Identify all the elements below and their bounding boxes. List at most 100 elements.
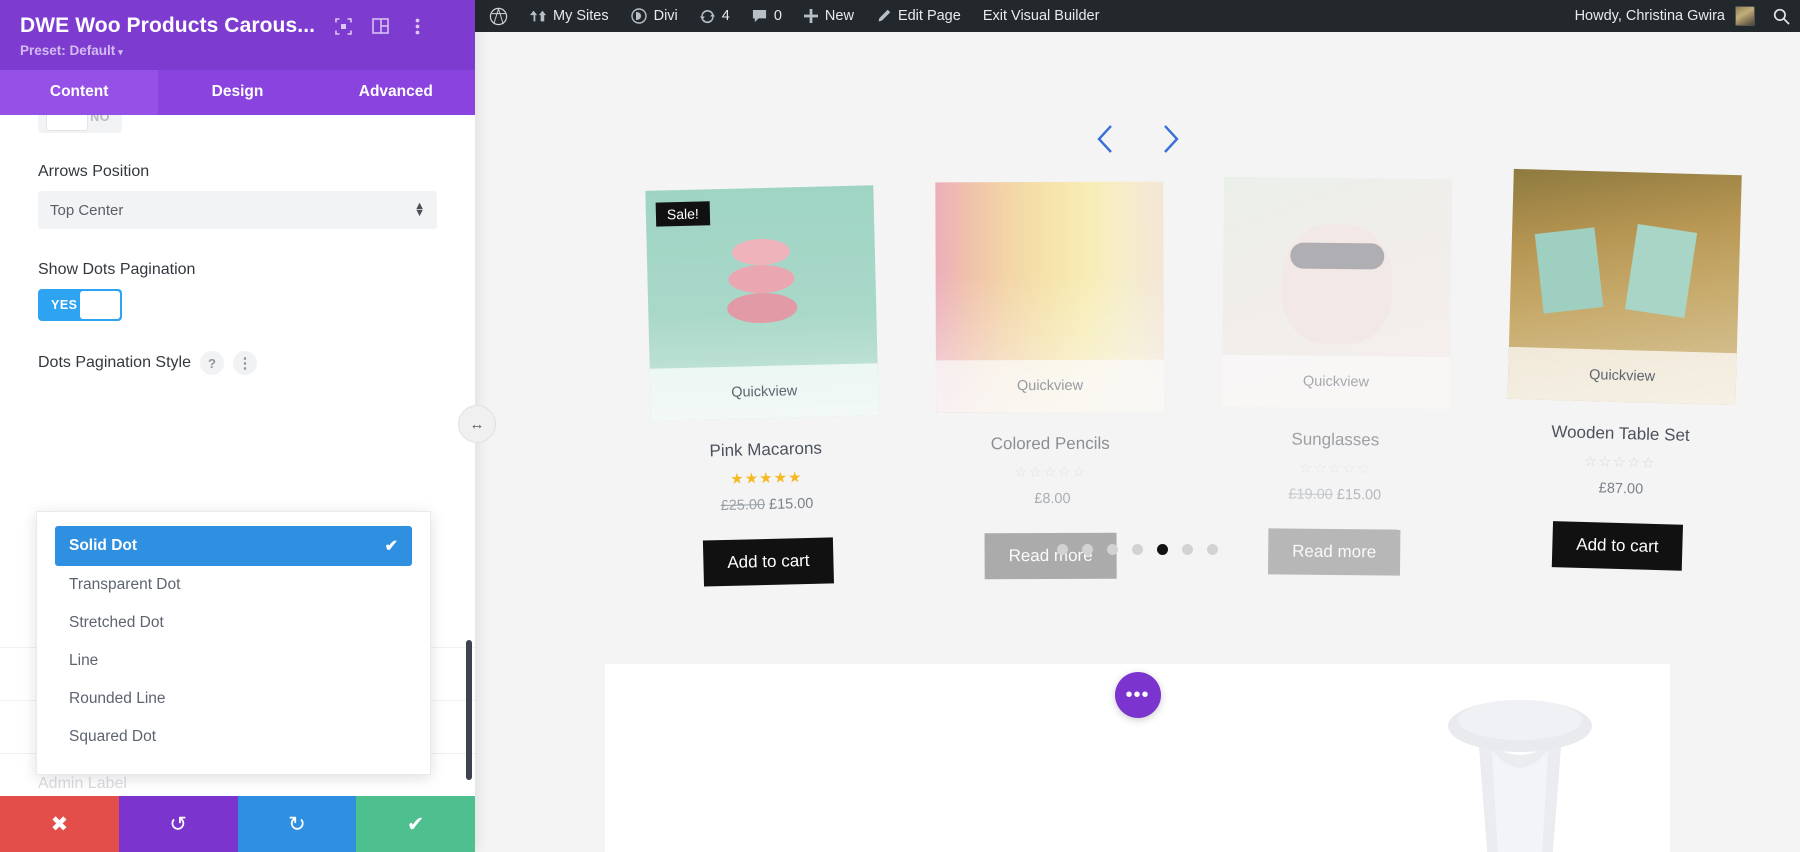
comments-count: 0 (773, 8, 782, 24)
kebab-icon[interactable]: ⋮ (232, 351, 257, 375)
cancel-button[interactable]: ✖ (0, 796, 119, 852)
quickview-label[interactable]: Quickview (1221, 354, 1451, 410)
carousel-dot[interactable] (1207, 544, 1218, 555)
product-image[interactable]: Quickview (1507, 168, 1742, 406)
panel-tabs: Content Design Advanced (0, 70, 475, 115)
dropdown-option-squared-dot[interactable]: Squared Dot (55, 718, 412, 756)
divi-menu[interactable]: Divi (620, 0, 689, 32)
admin-label-ghost: Admin Label (38, 775, 127, 792)
search-icon[interactable] (1765, 8, 1790, 25)
panel-header-icons (333, 16, 427, 36)
panel-footer: ✖ ↺ ↻ ✔ (0, 796, 475, 852)
kebab-icon[interactable] (407, 16, 427, 36)
tab-advanced[interactable]: Advanced (317, 70, 475, 115)
carousel-dot[interactable] (1132, 544, 1143, 555)
comments-icon (752, 9, 767, 24)
carousel-dots-pagination (475, 544, 1800, 555)
screen-root: DWE Woo Products Carous... Preset: Defau… (0, 0, 1800, 852)
carousel-dot[interactable] (1082, 544, 1093, 555)
arrows-position-label: Arrows Position (38, 163, 150, 180)
layout-icon[interactable] (370, 16, 390, 36)
toggle-knob (79, 291, 120, 319)
read-more-button[interactable]: Read more (984, 532, 1117, 580)
my-sites-menu[interactable]: My Sites (519, 0, 620, 32)
previous-toggle[interactable]: NO (38, 115, 122, 133)
plus-icon (803, 9, 818, 23)
dropdown-option-label: Stretched Dot (69, 614, 164, 631)
product-title[interactable]: Wooden Table Set (1506, 421, 1734, 447)
product-current-price: £15.00 (768, 495, 814, 513)
focus-icon[interactable] (333, 16, 353, 36)
help-icon[interactable]: ? (199, 351, 224, 375)
product-card[interactable]: Sale! Quickview Pink Macarons ★★★★★ £25.… (645, 185, 883, 587)
page-title: DWE Woo Products Carous... (20, 14, 316, 37)
show-dots-toggle[interactable]: YES (38, 289, 122, 321)
dropdown-option-label: Solid Dot (69, 537, 138, 554)
avatar[interactable] (1735, 6, 1755, 26)
show-dots-label: Show Dots Pagination (38, 261, 196, 278)
panel-scrollbar[interactable] (466, 640, 472, 780)
updates-menu[interactable]: 4 (689, 0, 741, 32)
carousel-dot[interactable] (1182, 544, 1193, 555)
comments-menu[interactable]: 0 (741, 0, 793, 32)
arrows-position-field: Arrows Position Top Center ▲ ▼ (38, 163, 437, 229)
product-title[interactable]: Sunglasses (1221, 429, 1449, 451)
product-card[interactable]: Quickview Sunglasses ☆☆☆☆☆ £19.00 £15.00 … (1220, 176, 1453, 576)
tab-design[interactable]: Design (158, 70, 316, 115)
product-rating: ☆☆☆☆☆ (1014, 463, 1087, 482)
check-icon: ✔ (384, 538, 398, 555)
dropdown-option-transparent-dot[interactable]: Transparent Dot (55, 566, 412, 604)
product-current-price: £8.00 (1034, 490, 1071, 508)
toggle-knob (46, 115, 89, 131)
arrows-position-select[interactable]: Top Center ▲ ▼ (38, 191, 437, 229)
exit-visual-builder-menu[interactable]: Exit Visual Builder (972, 0, 1111, 32)
product-old-price: £25.00 (720, 497, 766, 515)
tab-content[interactable]: Content (0, 70, 159, 115)
preset-label: Preset: Default (20, 43, 116, 58)
carousel-prev-arrow[interactable] (1093, 122, 1119, 161)
products-carousel: Sale! Quickview Pink Macarons ★★★★★ £25.… (645, 168, 1800, 587)
previous-toggle-clipped: NO (38, 115, 437, 133)
undo-button[interactable]: ↺ (118, 796, 238, 852)
carousel-dot[interactable] (1057, 544, 1068, 555)
show-dots-value: YES (51, 298, 78, 312)
wordpress-icon (489, 7, 508, 26)
product-image[interactable]: Quickview (1221, 176, 1453, 410)
quickview-label[interactable]: Quickview (649, 363, 879, 421)
product-card[interactable]: Quickview Colored Pencils ☆☆☆☆☆ £8.00 Re… (935, 181, 1165, 580)
product-image[interactable]: Quickview (935, 181, 1165, 413)
wordpress-menu[interactable] (475, 0, 519, 32)
dropdown-option-label: Transparent Dot (69, 576, 181, 593)
howdy-label[interactable]: Howdy, Christina Gwira (1575, 8, 1725, 24)
product-rating: ☆☆☆☆☆ (1298, 459, 1372, 478)
new-content-menu[interactable]: New (793, 0, 865, 32)
product-title[interactable]: Pink Macarons (651, 437, 879, 463)
carousel-dot[interactable] (1107, 544, 1118, 555)
product-price: £19.00 £15.00 (1221, 486, 1449, 504)
product-price: £8.00 (936, 491, 1164, 508)
save-button[interactable]: ✔ (356, 796, 475, 852)
edit-page-menu[interactable]: Edit Page (865, 0, 972, 32)
product-card[interactable]: Quickview Wooden Table Set ☆☆☆☆☆ £87.00 … (1503, 168, 1742, 572)
quickview-label[interactable]: Quickview (935, 359, 1165, 413)
preset-selector[interactable]: Preset: Default ▾ (20, 43, 455, 58)
carousel-next-arrow[interactable] (1157, 122, 1183, 161)
chevron-down-icon: ▾ (118, 47, 123, 57)
pencil-icon (876, 9, 891, 24)
panel-resize-handle[interactable]: ↔ (458, 405, 496, 443)
spinner-icon: ▲ ▼ (414, 200, 425, 219)
quickview-label[interactable]: Quickview (1507, 346, 1737, 406)
carousel-dot-active[interactable] (1157, 544, 1168, 555)
redo-button[interactable]: ↻ (237, 796, 357, 852)
dropdown-option-solid-dot[interactable]: Solid Dot ✔ (55, 526, 412, 566)
carousel-arrows (475, 122, 1800, 161)
product-image[interactable]: Sale! Quickview (645, 185, 879, 421)
wp-admin-bar: My Sites Divi 4 0 New Edit Page Exit Vis… (475, 0, 1800, 32)
dropdown-option-rounded-line[interactable]: Rounded Line (55, 680, 412, 718)
page-settings-fab[interactable]: ••• (1114, 672, 1161, 718)
dropdown-option-line[interactable]: Line (55, 642, 412, 680)
dropdown-option-stretched-dot[interactable]: Stretched Dot (55, 604, 412, 642)
dots-style-field: Dots Pagination Style ? ⋮ (38, 351, 437, 375)
product-title[interactable]: Colored Pencils (936, 434, 1164, 455)
updates-icon (699, 9, 715, 24)
